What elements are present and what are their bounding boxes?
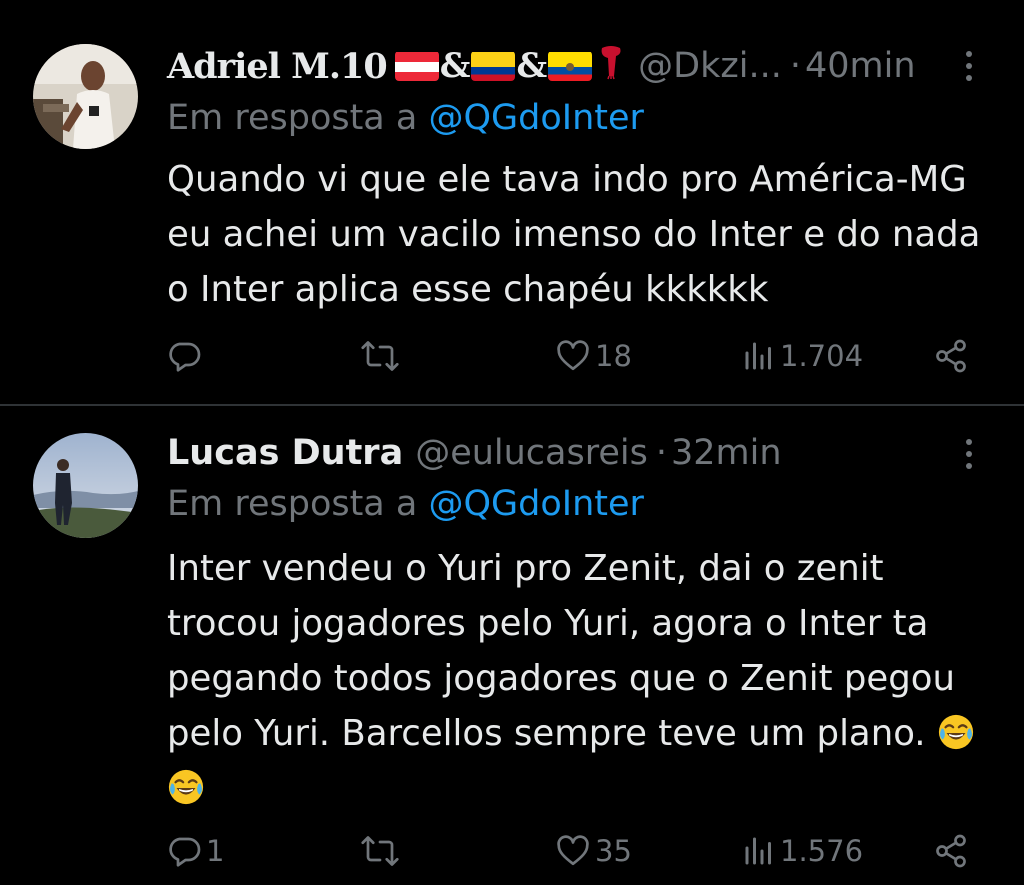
display-name[interactable]: Adriel M.10 [167, 46, 388, 87]
reply-mention[interactable]: @QGdoInter [428, 484, 643, 524]
timestamp[interactable]: 40min [805, 46, 916, 86]
views-icon [745, 342, 771, 370]
retweet-icon [361, 836, 399, 866]
flag-separator: & [439, 46, 471, 86]
reply-mention[interactable]: @QGdoInter [428, 98, 643, 138]
user-handle[interactable]: @Dkzi... [638, 46, 782, 86]
tweet-text-line: Inter vendeu o Yuri pro Zenit, dai o zen… [167, 548, 884, 589]
views-button[interactable]: 1.576 [742, 826, 863, 876]
name-flags: & & [394, 44, 626, 89]
share-icon [936, 339, 966, 373]
action-bar: 1 35 1.576 [0, 826, 1024, 876]
tweet-text-line: pelo Yuri. Barcellos sempre teve um plan… [167, 706, 997, 761]
tweet-text-line: trocou jogadores pelo Yuri, agora o Inte… [167, 603, 929, 644]
views-icon [745, 837, 771, 865]
like-count: 18 [595, 339, 632, 373]
retweet-icon [361, 341, 399, 371]
colombia-flag-icon [471, 51, 516, 81]
laughing-tears-emoji-icon [167, 768, 205, 806]
reply-icon [169, 837, 201, 867]
tweet-text-line [167, 761, 997, 816]
more-options-icon[interactable] [958, 46, 980, 86]
action-bar: 18 1.704 [0, 331, 1024, 381]
retweet-button[interactable] [360, 331, 404, 381]
like-button[interactable]: 18 [555, 331, 632, 381]
share-icon [936, 834, 966, 868]
tweet-text-line: o Inter aplica esse chapéu kkkkkk [167, 269, 769, 310]
heart-icon [557, 835, 589, 866]
reply-prefix: Em resposta a [167, 484, 418, 524]
separator-dot: · [789, 46, 801, 86]
avatar[interactable] [33, 44, 138, 149]
avatar[interactable] [33, 433, 138, 538]
heart-icon [557, 340, 589, 371]
share-button[interactable] [933, 826, 969, 876]
view-count: 1.704 [780, 339, 864, 373]
like-count: 35 [595, 834, 632, 868]
timestamp[interactable]: 32min [671, 433, 782, 473]
reply-icon [169, 342, 201, 372]
tweet-text-line-content: pelo Yuri. Barcellos sempre teve um plan… [167, 713, 926, 754]
tweet-header: Adriel M.10 & & @Dkzi... · 40min [167, 42, 916, 90]
tweet-text-line: pegando todos jogadores que o Zenit pego… [167, 658, 955, 699]
user-handle[interactable]: @eulucasreis [415, 433, 648, 473]
more-options-icon[interactable] [958, 434, 980, 474]
laughing-tears-emoji-icon [937, 713, 975, 751]
tweet-header: Lucas Dutra @eulucasreis · 32min [167, 429, 782, 477]
reply-count: 1 [206, 834, 225, 868]
display-name[interactable]: Lucas Dutra [167, 433, 403, 473]
like-button[interactable]: 35 [555, 826, 632, 876]
tweet-text-line: Quando vi que ele tava indo pro América-… [167, 159, 967, 200]
tweet[interactable]: Lucas Dutra @eulucasreis · 32min Em resp… [0, 406, 1024, 885]
views-button[interactable]: 1.704 [742, 331, 863, 381]
austria-flag-icon [394, 51, 439, 81]
share-button[interactable] [933, 331, 969, 381]
reply-button[interactable] [166, 331, 206, 381]
reply-context: Em resposta a @QGdoInter [167, 98, 644, 138]
view-count: 1.576 [780, 834, 864, 868]
separator-dot: · [655, 433, 667, 473]
tweet-text: Inter vendeu o Yuri pro Zenit, dai o zen… [167, 541, 997, 816]
scarf-icon [596, 44, 626, 89]
ecuador-flag-icon [548, 51, 593, 81]
tweet-text-line: eu achei um vacilo imenso do Inter e do … [167, 214, 981, 255]
reply-button[interactable]: 1 [166, 826, 224, 876]
reply-context: Em resposta a @QGdoInter [167, 484, 644, 524]
flag-separator: & [516, 46, 548, 86]
reply-prefix: Em resposta a [167, 98, 418, 138]
retweet-button[interactable] [360, 826, 404, 876]
tweet-text: Quando vi que ele tava indo pro América-… [167, 152, 997, 317]
tweet[interactable]: Adriel M.10 & & @Dkzi... · 40min Em resp… [0, 0, 1024, 404]
